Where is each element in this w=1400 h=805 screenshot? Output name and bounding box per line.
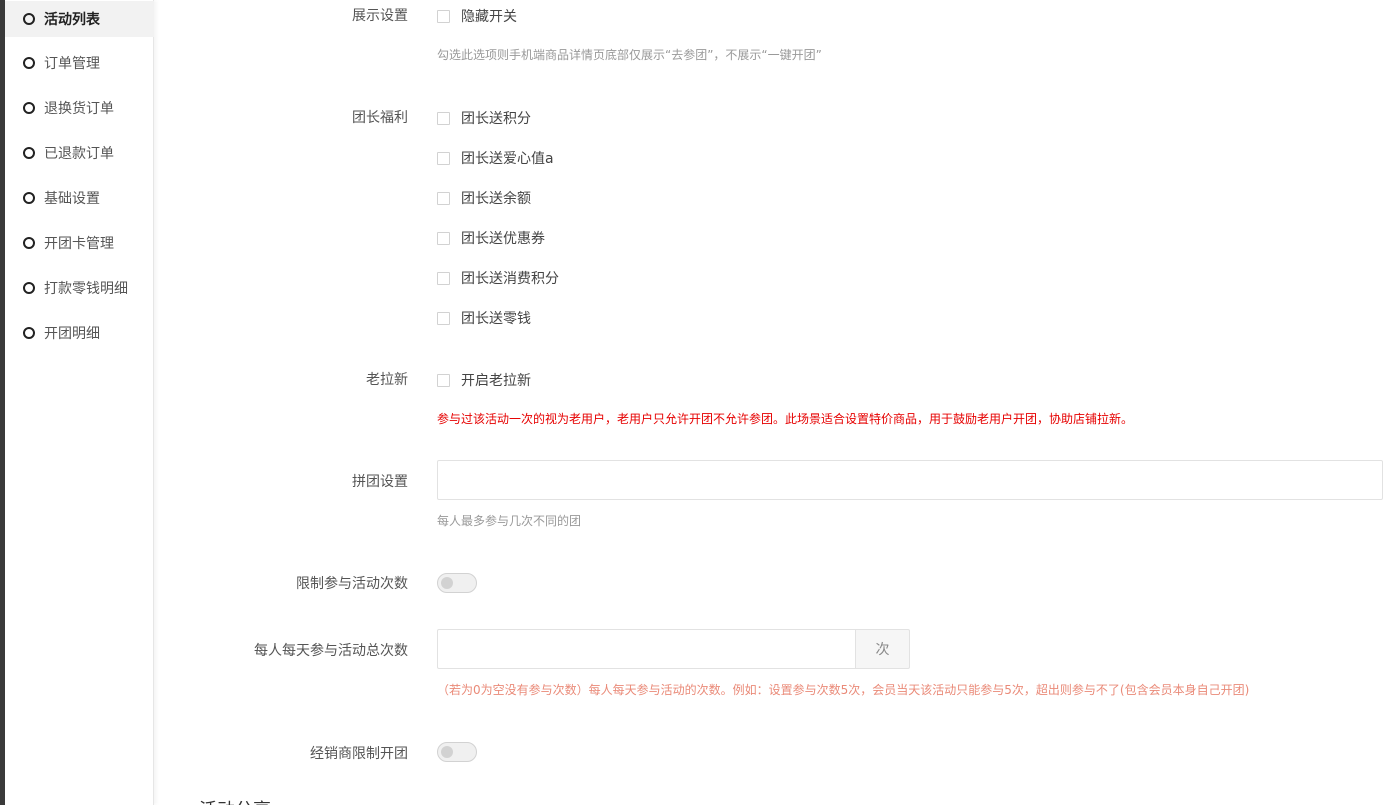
toggle-knob	[441, 746, 453, 758]
display-settings-label: 展示设置	[352, 8, 408, 24]
circle-bullet-icon	[23, 237, 35, 249]
sidebar-item-label: 打款零钱明细	[44, 281, 128, 297]
sidebar-item-refunded-orders[interactable]: 已退款订单	[5, 135, 154, 171]
circle-bullet-icon	[23, 192, 35, 204]
checkbox-icon[interactable]	[437, 373, 450, 387]
circle-bullet-icon	[23, 102, 35, 114]
display-settings-hint: 勾选此选项则手机端商品详情页底部仅展示“去参团”，不展示“一键开团”	[437, 48, 822, 62]
enable-old-brings-new-checkbox[interactable]: 开启老拉新	[437, 370, 531, 390]
limit-times-toggle[interactable]	[437, 573, 477, 593]
daily-total-label: 每人每天参与活动总次数	[254, 643, 408, 659]
sidebar-item-order-management[interactable]: 订单管理	[5, 45, 154, 81]
checkbox-icon[interactable]	[437, 271, 450, 285]
sidebar-item-group-card-management[interactable]: 开团卡管理	[5, 225, 154, 261]
circle-bullet-icon	[23, 13, 35, 25]
activity-share-section-title: 活动分享	[199, 796, 271, 805]
checkbox-label: 团长送积分	[461, 111, 531, 127]
checkbox-icon[interactable]	[437, 191, 450, 205]
sidebar-item-activity-list[interactable]: 活动列表	[5, 1, 154, 37]
daily-total-hint: （若为0为空没有参与次数）每人每天参与活动的次数。例如：设置参与次数5次，会员当…	[437, 683, 1250, 697]
checkbox-icon[interactable]	[437, 9, 450, 23]
checkbox-label: 团长送零钱	[461, 311, 531, 327]
checkbox-icon[interactable]	[437, 311, 450, 325]
leader-points-checkbox[interactable]: 团长送积分	[437, 108, 531, 128]
checkbox-label: 团长送余额	[461, 191, 531, 207]
daily-total-input-group: 次	[437, 629, 910, 669]
sidebar-item-label: 订单管理	[44, 56, 100, 72]
settings-form: 展示设置 隐藏开关 勾选此选项则手机端商品详情页底部仅展示“去参团”，不展示“一…	[155, 0, 1400, 805]
sidebar-item-label: 基础设置	[44, 191, 100, 207]
sidebar-item-basic-settings[interactable]: 基础设置	[5, 180, 154, 216]
group-setting-input[interactable]	[437, 460, 1383, 500]
circle-bullet-icon	[23, 327, 35, 339]
daily-total-input[interactable]	[437, 629, 855, 669]
checkbox-label: 团长送爱心值a	[461, 151, 554, 167]
times-suffix: 次	[855, 629, 910, 669]
group-setting-hint: 每人最多参与几次不同的团	[437, 514, 582, 528]
sidebar-item-label: 活动列表	[44, 12, 100, 28]
toggle-knob	[441, 577, 453, 589]
limit-times-label: 限制参与活动次数	[296, 576, 408, 592]
sidebar-item-label: 开团卡管理	[44, 236, 114, 252]
sidebar-nav: 活动列表 订单管理 退换货订单 已退款订单 基础设置 开团卡管理 打款零钱明细 …	[5, 0, 154, 805]
checkbox-icon[interactable]	[437, 111, 450, 125]
old-brings-new-hint: 参与过该活动一次的视为老用户，老用户只允许开团不允许参团。此场景适合设置特价商品…	[437, 412, 1134, 426]
old-brings-new-label: 老拉新	[366, 372, 408, 388]
checkbox-label: 开启老拉新	[461, 373, 531, 389]
dealer-limit-toggle[interactable]	[437, 742, 477, 762]
sidebar-item-payout-change-details[interactable]: 打款零钱明细	[5, 270, 154, 306]
checkbox-label: 隐藏开关	[461, 9, 517, 25]
sidebar-item-label: 退换货订单	[44, 101, 114, 117]
leader-balance-checkbox[interactable]: 团长送余额	[437, 188, 531, 208]
leader-love-value-checkbox[interactable]: 团长送爱心值a	[437, 148, 554, 168]
circle-bullet-icon	[23, 57, 35, 69]
leader-change-checkbox[interactable]: 团长送零钱	[437, 308, 531, 328]
leader-benefits-label: 团长福利	[352, 110, 408, 126]
sidebar-item-group-details[interactable]: 开团明细	[5, 315, 154, 351]
sidebar-item-label: 开团明细	[44, 326, 100, 342]
checkbox-label: 团长送优惠券	[461, 231, 545, 247]
leader-consumption-points-checkbox[interactable]: 团长送消费积分	[437, 268, 559, 288]
circle-bullet-icon	[23, 147, 35, 159]
hide-switch-checkbox[interactable]: 隐藏开关	[437, 6, 517, 26]
checkbox-icon[interactable]	[437, 151, 450, 165]
group-setting-label: 拼团设置	[352, 474, 408, 490]
circle-bullet-icon	[23, 282, 35, 294]
checkbox-label: 团长送消费积分	[461, 271, 559, 287]
checkbox-icon[interactable]	[437, 231, 450, 245]
leader-coupon-checkbox[interactable]: 团长送优惠券	[437, 228, 545, 248]
dealer-limit-label: 经销商限制开团	[310, 746, 408, 762]
sidebar-item-label: 已退款订单	[44, 146, 114, 162]
sidebar-item-return-exchange-orders[interactable]: 退换货订单	[5, 90, 154, 126]
